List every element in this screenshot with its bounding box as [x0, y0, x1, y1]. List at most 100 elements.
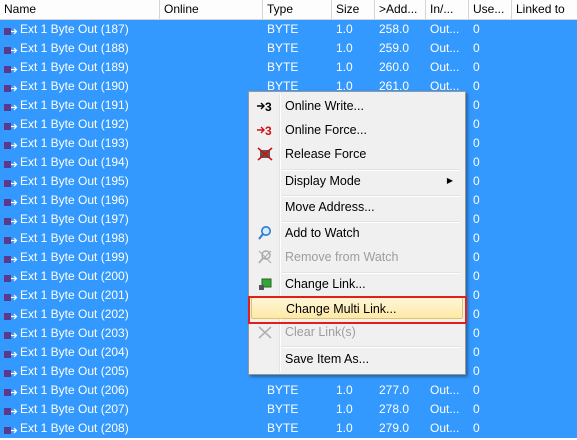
- menu-item-add-to-watch[interactable]: Add to Watch: [251, 222, 463, 244]
- output-tag-icon: [4, 215, 18, 225]
- cell-type: BYTE: [267, 383, 299, 397]
- cell-type: BYTE: [267, 421, 299, 435]
- cell-use: 0: [473, 288, 480, 302]
- col-name[interactable]: Name: [0, 0, 160, 19]
- output-tag-icon: [4, 44, 18, 54]
- output-tag-icon: [4, 63, 18, 73]
- cell-use: 0: [473, 269, 480, 283]
- cell-name: Ext 1 Byte Out (208): [20, 421, 129, 435]
- menu-item-clear-links[interactable]: Clear Link(s): [251, 321, 463, 343]
- cell-type: BYTE: [267, 22, 299, 36]
- cell-use: 0: [473, 345, 480, 359]
- table-row[interactable]: Ext 1 Byte Out (189) BYTE 1.0 260.0 Out... 0: [0, 58, 577, 77]
- cell-use: 0: [473, 117, 480, 131]
- cell-name: Ext 1 Byte Out (196): [20, 193, 129, 207]
- cell-name: Ext 1 Byte Out (191): [20, 98, 129, 112]
- cell-name: Ext 1 Byte Out (193): [20, 136, 129, 150]
- online-force-icon: 3: [256, 122, 274, 138]
- cell-use: 0: [473, 60, 480, 74]
- menu-item-online-force[interactable]: 3 Online Force...: [251, 119, 463, 141]
- menu-label: Move Address...: [285, 200, 375, 214]
- menu-item-change-link[interactable]: Change Link...: [251, 273, 463, 295]
- output-tag-icon: [4, 291, 18, 301]
- table-row[interactable]: Ext 1 Byte Out (187) BYTE 1.0 258.0 Out... 0: [0, 20, 577, 39]
- clear-link-icon: [256, 324, 274, 340]
- cell-addr: 277.0: [379, 383, 410, 397]
- output-tag-icon: [4, 234, 18, 244]
- col-online[interactable]: Online: [160, 0, 263, 19]
- highlight-box: [248, 296, 467, 324]
- cell-use: 0: [473, 79, 480, 93]
- output-tag-icon: [4, 272, 18, 282]
- output-tag-icon: [4, 177, 18, 187]
- cell-use: 0: [473, 22, 480, 36]
- cell-use: 0: [473, 41, 480, 55]
- menu-label: Online Write...: [285, 99, 364, 113]
- output-tag-icon: [4, 424, 18, 434]
- col-inout[interactable]: In/...: [426, 0, 469, 19]
- cell-name: Ext 1 Byte Out (204): [20, 345, 129, 359]
- cell-name: Ext 1 Byte Out (189): [20, 60, 129, 74]
- col-use[interactable]: Use...: [469, 0, 512, 19]
- menu-item-release-force[interactable]: Release Force: [251, 143, 463, 165]
- column-header: Name Online Type Size >Add... In/... Use…: [0, 0, 577, 20]
- cell-type: BYTE: [267, 60, 299, 74]
- output-tag-icon: [4, 120, 18, 130]
- output-tag-icon: [4, 348, 18, 358]
- menu-label: Save Item As...: [285, 352, 370, 366]
- cell-name: Ext 1 Byte Out (188): [20, 41, 129, 55]
- menu-item-save-item-as[interactable]: Save Item As...: [251, 348, 463, 370]
- cell-size: 1.0: [336, 22, 353, 36]
- table-row[interactable]: Ext 1 Byte Out (206) BYTE 1.0 277.0 Out... 0: [0, 381, 577, 400]
- cell-addr: 260.0: [379, 60, 410, 74]
- table-row[interactable]: Ext 1 Byte Out (208) BYTE 1.0 279.0 Out... 0: [0, 419, 577, 438]
- cell-name: Ext 1 Byte Out (198): [20, 231, 129, 245]
- release-force-icon: [256, 146, 274, 162]
- cell-size: 1.0: [336, 60, 353, 74]
- output-tag-icon: [4, 25, 18, 35]
- output-tag-icon: [4, 158, 18, 168]
- cell-use: 0: [473, 383, 480, 397]
- context-menu: 3 Online Write... 3 Online Force... Rele…: [248, 91, 466, 375]
- cell-name: Ext 1 Byte Out (205): [20, 364, 129, 378]
- change-link-icon: [256, 276, 274, 292]
- cell-use: 0: [473, 307, 480, 321]
- online-write-icon: 3: [256, 98, 274, 114]
- table-row[interactable]: Ext 1 Byte Out (207) BYTE 1.0 278.0 Out... 0: [0, 400, 577, 419]
- cell-inout: Out...: [430, 22, 460, 36]
- cell-name: Ext 1 Byte Out (187): [20, 22, 129, 36]
- cell-name: Ext 1 Byte Out (190): [20, 79, 129, 93]
- cell-size: 1.0: [336, 383, 353, 397]
- col-type[interactable]: Type: [263, 0, 332, 19]
- table-row[interactable]: Ext 1 Byte Out (188) BYTE 1.0 259.0 Out... 0: [0, 39, 577, 58]
- cell-inout: Out...: [430, 421, 460, 435]
- cell-size: 1.0: [336, 402, 353, 416]
- menu-item-remove-from-watch[interactable]: Remove from Watch: [251, 246, 463, 268]
- cell-name: Ext 1 Byte Out (195): [20, 174, 129, 188]
- svg-text:3: 3: [265, 124, 272, 138]
- menu-item-online-write[interactable]: 3 Online Write...: [251, 95, 463, 117]
- cell-name: Ext 1 Byte Out (200): [20, 269, 129, 283]
- menu-item-display-mode[interactable]: Display Mode ▶: [251, 170, 463, 192]
- cell-use: 0: [473, 98, 480, 112]
- cell-use: 0: [473, 364, 480, 378]
- output-tag-icon: [4, 139, 18, 149]
- cell-inout: Out...: [430, 383, 460, 397]
- col-linked-to[interactable]: Linked to: [512, 0, 577, 19]
- menu-label: Add to Watch: [285, 226, 360, 240]
- remove-watch-icon: [256, 249, 274, 265]
- output-tag-icon: [4, 253, 18, 263]
- magnifier-icon: [256, 225, 274, 241]
- cell-name: Ext 1 Byte Out (194): [20, 155, 129, 169]
- cell-addr: 278.0: [379, 402, 410, 416]
- col-size[interactable]: Size: [332, 0, 375, 19]
- col-address[interactable]: >Add...: [375, 0, 426, 19]
- cell-inout: Out...: [430, 60, 460, 74]
- menu-item-move-address[interactable]: Move Address...: [251, 196, 463, 218]
- output-tag-icon: [4, 329, 18, 339]
- cell-name: Ext 1 Byte Out (206): [20, 383, 129, 397]
- cell-name: Ext 1 Byte Out (197): [20, 212, 129, 226]
- cell-use: 0: [473, 193, 480, 207]
- menu-label: Release Force: [285, 147, 367, 161]
- cell-addr: 279.0: [379, 421, 410, 435]
